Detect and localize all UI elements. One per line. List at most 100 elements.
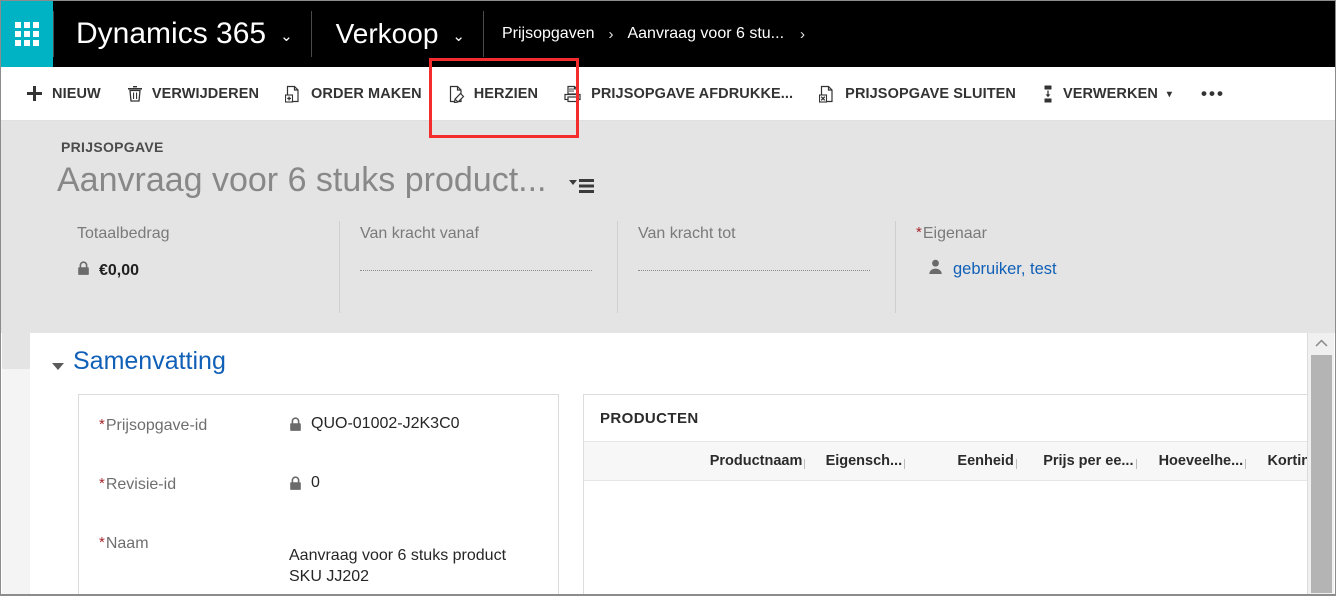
document-add-icon [285,85,302,103]
prijsopgave-id-value[interactable]: QUO-01002-J2K3C0 [289,395,540,435]
required-indicator: * [99,534,105,551]
chevron-right-icon: › [608,25,614,43]
command-label: PRIJSOPGAVE AFDRUKKE... [591,85,794,102]
section-title: Samenvatting [73,347,226,375]
left-rail-top [2,333,30,369]
command-overflow-button[interactable]: ••• [1185,67,1241,121]
field-value: €0,00 [77,261,321,281]
field-label: *Naam [99,513,289,553]
top-navigation-bar: Dynamics 365 ⌄ Verkoop ⌄ Prijsopgaven › … [1,1,1335,67]
header-field-eigenaar: *Eigenaar gebruiker, test [895,221,1217,313]
waffle-icon [15,22,39,46]
command-label: ORDER MAKEN [311,85,422,102]
brand-dynamics365[interactable]: Dynamics 365 ⌄ [54,1,311,67]
collapse-triangle-icon [52,363,64,370]
field-label-text: Naam [105,535,149,552]
section-header-samenvatting[interactable]: Samenvatting [52,347,226,376]
field-label: *Eigenaar [916,221,1199,243]
lock-icon [289,417,302,437]
lock-icon [289,476,302,496]
dynamics365-quote-form: Dynamics 365 ⌄ Verkoop ⌄ Prijsopgaven › … [0,0,1336,596]
person-icon [928,259,943,280]
products-grid-title: PRODUCTEN [584,395,1322,442]
field-label: Van kracht tot [638,225,736,242]
record-title-row: Aanvraag voor 6 stuks product... [57,161,596,200]
header-field-totaalbedrag: Totaalbedrag €0,00 [57,221,339,313]
field-label-text: Revisie-id [105,476,177,493]
column-header-hoeveelheid[interactable]: Hoeveelhe... [1137,453,1247,469]
chevron-right-icon[interactable]: › [800,26,805,43]
lock-icon [77,261,90,281]
form-row-naam: *Naam Aanvraag voor 6 stuks product SKU … [79,513,558,595]
chevron-down-icon: ▾ [1166,89,1173,100]
command-nieuw[interactable]: NIEUW [13,67,114,121]
owner-lookup-link[interactable]: gebruiker, test [953,260,1057,279]
date-field-empty-input[interactable] [638,269,870,271]
form-row-revisie-id: *Revisie-id 0 [79,454,558,513]
command-prijsopgave-afdrukken[interactable]: PRIJSOPGAVE AFDRUKKE... [551,67,806,121]
command-herzien[interactable]: HERZIEN [435,67,551,121]
record-set-menu-icon[interactable] [568,175,596,195]
field-value-text: €0,00 [99,262,140,279]
nav-area-label: Verkoop [335,18,439,49]
printer-icon [564,85,582,103]
scrollbar-thumb[interactable] [1311,355,1332,593]
required-indicator: * [99,475,105,492]
field-value-text: 0 [311,474,320,491]
field-label-text: Eigenaar [922,225,987,242]
breadcrumb-item-record[interactable]: Aanvraag voor 6 stu... [627,25,784,43]
brand-label: Dynamics 365 [76,17,267,50]
document-edit-icon [448,85,465,103]
column-header-productnaam[interactable]: Productnaam [584,453,806,469]
column-header-prijs-per-eenheid[interactable]: Prijs per ee... [1017,453,1137,469]
command-bar: NIEUW VERWIJDEREN ORDER MAKEN HERZIEN PR… [1,67,1335,121]
products-grid-header-row: Productnaam Eigensch... Eenheid Prijs pe… [584,442,1322,481]
chevron-down-icon: ⌄ [280,28,293,45]
date-field-empty-input[interactable] [360,269,592,271]
form-row-prijsopgave-id: *Prijsopgave-id QUO-01002-J2K3C0 [79,395,558,454]
command-order-maken[interactable]: ORDER MAKEN [272,67,435,121]
command-verwijderen[interactable]: VERWIJDEREN [114,67,272,121]
field-label-text: Prijsopgave-id [105,417,208,434]
field-value: gebruiker, test [928,259,1199,280]
field-label: Totaalbedrag [77,225,170,242]
form-canvas: Samenvatting *Prijsopgave-id QUO-01002-J… [30,333,1323,595]
column-header-eigenschappen[interactable]: Eigensch... [805,453,905,469]
left-rail [2,333,30,595]
field-value-text: QUO-01002-J2K3C0 [311,415,460,432]
document-close-icon [819,85,836,103]
field-label: Van kracht vanaf [360,225,479,242]
chevron-down-icon: ⌄ [452,28,465,45]
products-grid-panel: PRODUCTEN Productnaam Eigensch... Eenhei… [583,394,1323,595]
naam-input[interactable]: Aanvraag voor 6 stuks product SKU JJ202 [289,513,540,587]
command-label: NIEUW [52,85,101,102]
page-title[interactable]: Aanvraag voor 6 stuks product... [57,161,546,200]
command-label: PRIJSOPGAVE SLUITEN [845,85,1017,102]
column-header-eenheid[interactable]: Eenheid [905,453,1017,469]
products-grid-body [584,481,1322,595]
revisie-id-value[interactable]: 0 [289,454,540,494]
nav-area-verkoop[interactable]: Verkoop ⌄ [312,1,483,67]
summary-field-card: *Prijsopgave-id QUO-01002-J2K3C0 *Revisi… [78,394,559,595]
breadcrumb: Prijsopgaven › Aanvraag voor 6 stu... › [484,1,819,67]
app-launcher-button[interactable] [1,1,53,67]
scroll-up-arrow-icon[interactable] [1308,333,1334,353]
required-indicator: * [99,416,105,433]
field-label: *Prijsopgave-id [99,395,289,435]
command-verwerken[interactable]: VERWERKEN ▾ [1029,67,1185,121]
required-indicator: * [916,224,922,241]
command-label: HERZIEN [473,85,539,102]
header-field-van-kracht-vanaf: Van kracht vanaf [339,221,617,313]
window-bottom-border [1,594,1335,595]
breadcrumb-item-prijsopgaven[interactable]: Prijsopgaven [502,25,595,43]
command-label: VERWIJDEREN [151,85,260,102]
command-prijsopgave-sluiten[interactable]: PRIJSOPGAVE SLUITEN [806,67,1029,121]
form-body: Samenvatting *Prijsopgave-id QUO-01002-J… [1,333,1335,595]
vertical-scrollbar[interactable] [1307,333,1334,595]
record-header: PRIJSOPGAVE Aanvraag voor 6 stuks produc… [1,121,1335,333]
header-field-van-kracht-tot: Van kracht tot [617,221,895,313]
command-label: VERWERKEN [1063,85,1158,102]
entity-type-label: PRIJSOPGAVE [61,139,164,155]
trash-icon [127,85,143,102]
header-fields: Totaalbedrag €0,00 Van kracht vanaf Van [57,221,1217,313]
